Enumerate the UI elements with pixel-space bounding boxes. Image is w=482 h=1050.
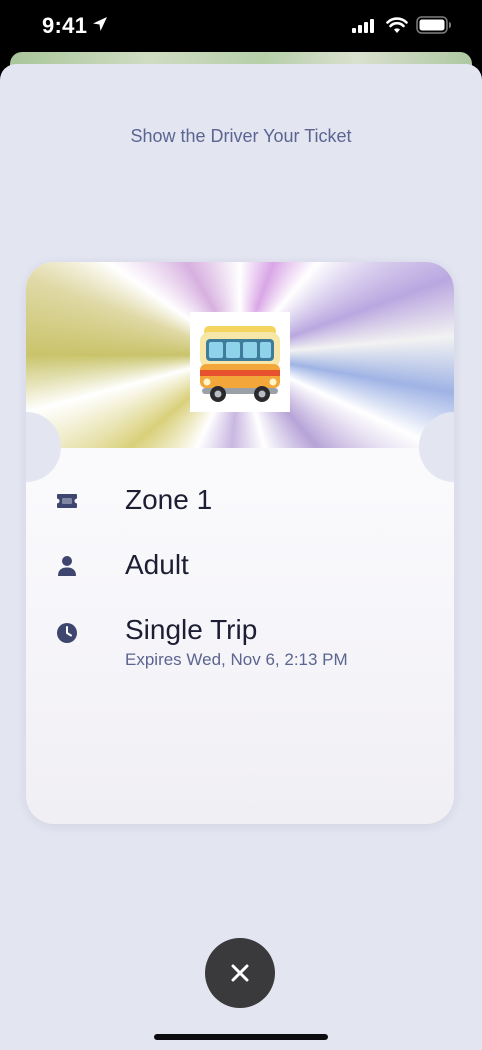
close-icon (231, 964, 249, 982)
ticket-card: Zone 1 Adult Single Trip Expires Wed, No… (26, 262, 454, 824)
ticket-expiry: Expires Wed, Nov 6, 2:13 PM (125, 650, 348, 669)
status-time: 9:41 (42, 13, 88, 38)
ticket-rider-label: Adult (125, 549, 189, 580)
battery-icon (416, 16, 451, 34)
person-icon (54, 553, 80, 579)
ticket-trip-label: Single Trip (125, 614, 258, 645)
home-indicator[interactable] (154, 1034, 328, 1040)
cellular-signal-icon (352, 19, 374, 33)
ticket-icon (54, 488, 80, 514)
clock-icon (54, 620, 80, 646)
ticket-prompt: Show the Driver Your Ticket (130, 126, 352, 146)
close-button[interactable] (205, 938, 275, 1008)
bus-icon (190, 312, 290, 412)
status-bar: 9:41 (0, 0, 482, 54)
location-arrow-icon (93, 17, 107, 31)
ticket-zone-label: Zone 1 (125, 484, 213, 515)
wifi-icon (386, 17, 408, 33)
